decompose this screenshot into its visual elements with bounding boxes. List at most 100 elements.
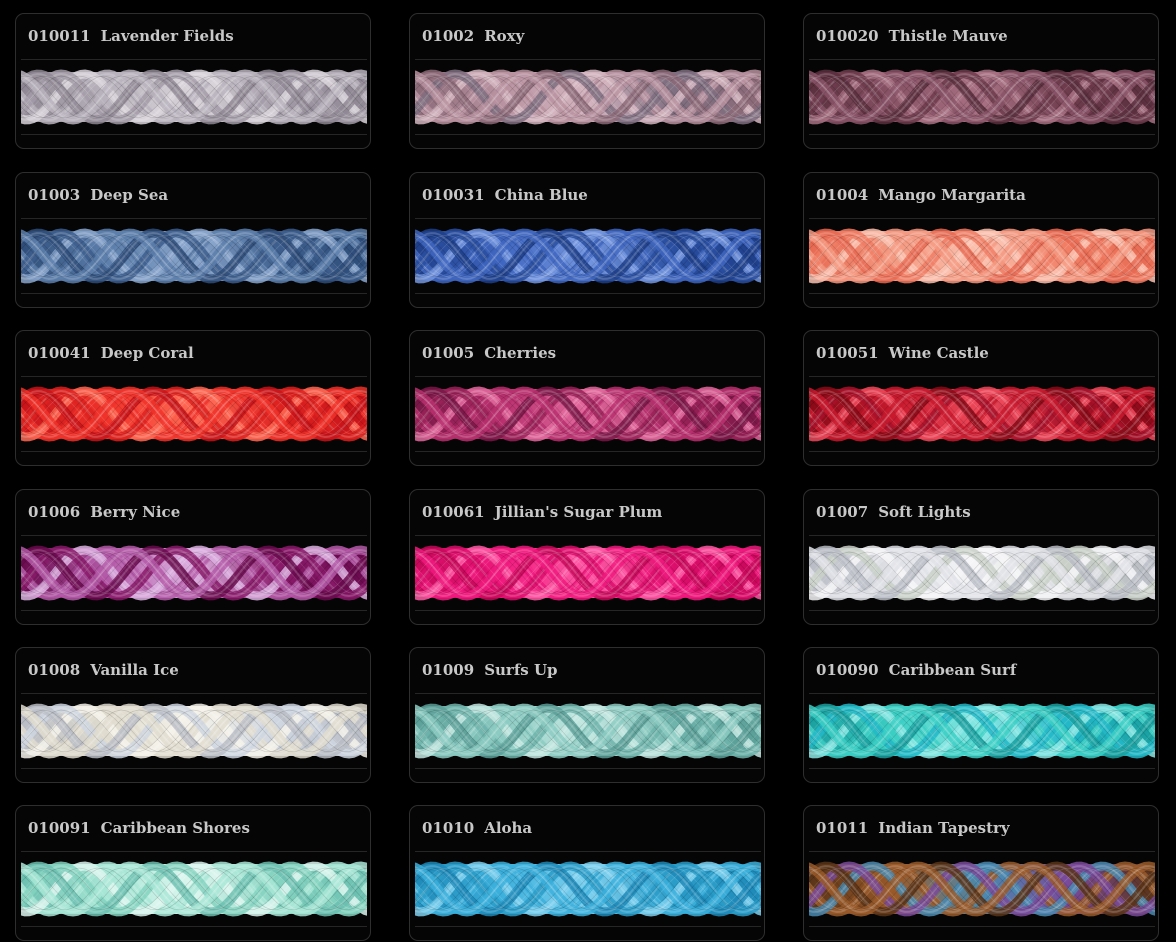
thread-title: 01002 Roxy [422, 25, 524, 47]
thread-skein-icon [415, 386, 761, 442]
thread-title: 010041 Deep Coral [28, 342, 194, 364]
thread-name: Roxy [484, 27, 525, 45]
thread-skein-icon [415, 703, 761, 759]
thread-title: 010020 Thistle Mauve [816, 25, 1008, 47]
thread-skein-icon [415, 228, 761, 284]
thread-swatch[interactable] [809, 376, 1155, 452]
thread-swatch[interactable] [809, 851, 1155, 927]
thread-code: 010090 [816, 661, 879, 679]
thread-skein-icon [21, 703, 367, 759]
thread-skein-icon [21, 69, 367, 125]
thread-card[interactable]: 01007 Soft Lights [803, 489, 1159, 625]
thread-color-grid: 010011 Lavender Fields 01002 Roxy 010020 Th… [0, 0, 1176, 942]
thread-code: 010061 [422, 503, 485, 521]
thread-name: Caribbean Surf [888, 661, 1017, 679]
thread-swatch[interactable] [21, 535, 367, 611]
thread-code: 01010 [422, 819, 475, 837]
thread-title: 01005 Cherries [422, 342, 556, 364]
thread-title: 010061 Jillian's Sugar Plum [422, 501, 662, 523]
thread-swatch[interactable] [21, 218, 367, 294]
thread-swatch[interactable] [809, 218, 1155, 294]
thread-skein-icon [809, 69, 1155, 125]
thread-name: Cherries [484, 344, 557, 362]
thread-skein-icon [21, 545, 367, 601]
thread-name: Aloha [484, 819, 533, 837]
thread-name: Wine Castle [888, 344, 989, 362]
thread-swatch[interactable] [415, 218, 761, 294]
thread-card[interactable]: 010091 Caribbean Shores [15, 805, 371, 941]
thread-code: 01005 [422, 344, 475, 362]
thread-card[interactable]: 010041 Deep Coral [15, 330, 371, 466]
thread-title: 01004 Mango Margarita [816, 184, 1026, 206]
thread-card[interactable]: 01011 Indian Tapestry [803, 805, 1159, 941]
thread-title: 01011 Indian Tapestry [816, 817, 1010, 839]
thread-card[interactable]: 01008 Vanilla Ice [15, 647, 371, 783]
thread-skein-icon [415, 69, 761, 125]
thread-title: 010091 Caribbean Shores [28, 817, 250, 839]
thread-code: 010020 [816, 27, 879, 45]
thread-code: 010041 [28, 344, 91, 362]
thread-swatch[interactable] [809, 59, 1155, 135]
thread-swatch[interactable] [415, 693, 761, 769]
thread-name: Vanilla Ice [90, 661, 179, 679]
thread-swatch[interactable] [21, 693, 367, 769]
thread-title: 01006 Berry Nice [28, 501, 180, 523]
thread-code: 01007 [816, 503, 869, 521]
thread-card[interactable]: 010051 Wine Castle [803, 330, 1159, 466]
thread-skein-icon [21, 861, 367, 917]
thread-card[interactable]: 010090 Caribbean Surf [803, 647, 1159, 783]
thread-name: Berry Nice [90, 503, 181, 521]
thread-skein-icon [21, 228, 367, 284]
thread-swatch[interactable] [415, 376, 761, 452]
thread-code: 01004 [816, 186, 869, 204]
thread-skein-icon [809, 228, 1155, 284]
thread-swatch[interactable] [415, 851, 761, 927]
thread-code: 010011 [28, 27, 91, 45]
thread-code: 01002 [422, 27, 475, 45]
thread-skein-icon [809, 703, 1155, 759]
thread-title: 01007 Soft Lights [816, 501, 971, 523]
thread-card[interactable]: 010031 China Blue [409, 172, 765, 308]
thread-swatch[interactable] [21, 376, 367, 452]
thread-card[interactable]: 01004 Mango Margarita [803, 172, 1159, 308]
thread-name: Deep Coral [100, 344, 194, 362]
thread-swatch[interactable] [21, 851, 367, 927]
thread-title: 010051 Wine Castle [816, 342, 989, 364]
thread-name: Mango Margarita [878, 186, 1026, 204]
thread-name: Caribbean Shores [100, 819, 250, 837]
thread-name: Soft Lights [878, 503, 971, 521]
thread-card[interactable]: 01010 Aloha [409, 805, 765, 941]
thread-name: Thistle Mauve [888, 27, 1008, 45]
thread-name: China Blue [494, 186, 588, 204]
thread-card[interactable]: 01003 Deep Sea [15, 172, 371, 308]
thread-card[interactable]: 01002 Roxy [409, 13, 765, 149]
thread-card[interactable]: 01006 Berry Nice [15, 489, 371, 625]
thread-title: 01008 Vanilla Ice [28, 659, 179, 681]
thread-skein-icon [809, 386, 1155, 442]
thread-skein-icon [415, 861, 761, 917]
thread-name: Jillian's Sugar Plum [494, 503, 663, 521]
thread-card[interactable]: 010061 Jillian's Sugar Plum [409, 489, 765, 625]
thread-swatch[interactable] [415, 59, 761, 135]
thread-swatch[interactable] [21, 59, 367, 135]
thread-skein-icon [21, 386, 367, 442]
thread-swatch[interactable] [809, 693, 1155, 769]
thread-card[interactable]: 010011 Lavender Fields [15, 13, 371, 149]
thread-title: 010031 China Blue [422, 184, 588, 206]
thread-name: Deep Sea [90, 186, 169, 204]
thread-title: 01009 Surfs Up [422, 659, 558, 681]
thread-swatch[interactable] [415, 535, 761, 611]
thread-card[interactable]: 010020 Thistle Mauve [803, 13, 1159, 149]
thread-code: 01009 [422, 661, 475, 679]
thread-name: Surfs Up [484, 661, 558, 679]
thread-swatch[interactable] [809, 535, 1155, 611]
thread-code: 010091 [28, 819, 91, 837]
thread-code: 01008 [28, 661, 81, 679]
thread-card[interactable]: 01009 Surfs Up [409, 647, 765, 783]
thread-name: Indian Tapestry [878, 819, 1010, 837]
thread-title: 010011 Lavender Fields [28, 25, 234, 47]
thread-skein-icon [809, 545, 1155, 601]
thread-card[interactable]: 01005 Cherries [409, 330, 765, 466]
thread-code: 01003 [28, 186, 81, 204]
thread-code: 01011 [816, 819, 869, 837]
